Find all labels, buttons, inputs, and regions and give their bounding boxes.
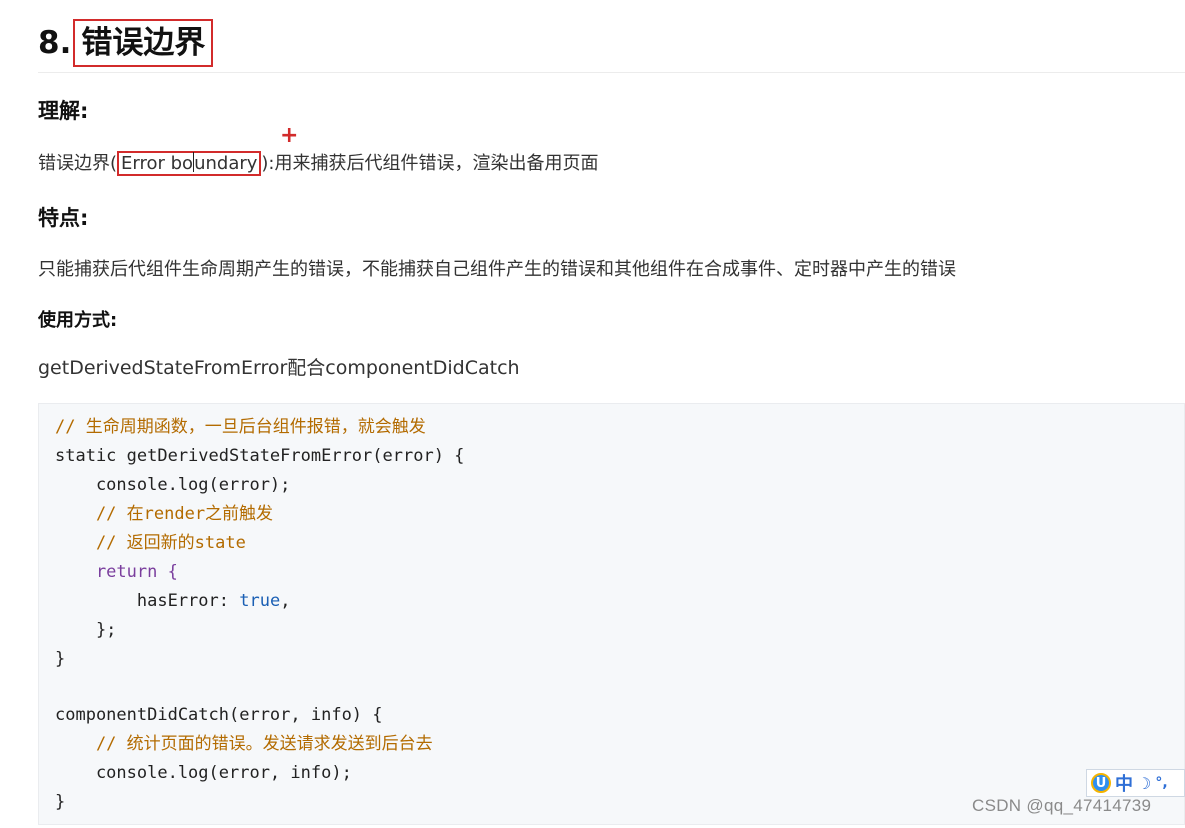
heading-divider: [38, 72, 1185, 73]
heading-title-highlighted: 错误边界: [73, 19, 214, 67]
understanding-paragraph: 错误边界(Error boundary):用来捕获后代组件错误，渲染出备用页面: [38, 150, 599, 178]
code-line-13: }: [55, 792, 66, 812]
understanding-suffix: ):用来捕获后代组件错误，渲染出备用页面: [261, 153, 599, 174]
term-part-a: Error bo: [121, 153, 194, 174]
code-line-11: // 统计页面的错误。发送请求发送到后台去: [55, 734, 433, 754]
page-title: 8. 错误边界: [38, 18, 214, 68]
features-paragraph: 只能捕获后代组件生命周期产生的错误，不能捕获自己组件产生的错误和其他组件在合成事…: [38, 259, 956, 280]
term-highlight-box: Error boundary: [117, 151, 262, 176]
code-line-4: // 在render之前触发: [55, 504, 274, 524]
csdn-watermark: CSDN @qq_47414739: [972, 796, 1152, 815]
features-heading: 特点:: [38, 206, 89, 230]
code-property-value: true: [239, 591, 281, 611]
code-property-key: hasError: [55, 591, 219, 611]
code-colon: :: [218, 591, 240, 611]
code-line-12: console.log(error, info);: [55, 763, 352, 783]
moon-icon[interactable]: ☽: [1137, 774, 1151, 793]
plus-annotation-icon: +: [280, 123, 299, 148]
ime-language-toggle[interactable]: 中: [1115, 770, 1133, 796]
usage-heading: 使用方式:: [38, 310, 118, 331]
code-line-9: }: [55, 649, 66, 669]
usage-paragraph: getDerivedStateFromError配合componentDidCa…: [38, 357, 520, 379]
ime-punctuation-toggle[interactable]: °,: [1155, 775, 1167, 791]
ime-logo-icon[interactable]: U: [1091, 773, 1111, 793]
code-line-10: componentDidCatch(error, info) {: [55, 705, 383, 725]
code-line-1: // 生命周期函数，一旦后台组件报错，就会触发: [55, 417, 426, 437]
code-line-2: static getDerivedStateFromError(error) {: [55, 446, 465, 466]
code-comma: ,: [280, 591, 291, 611]
code-line-7: hasError: true,: [55, 587, 291, 615]
code-line-3: console.log(error);: [55, 475, 291, 495]
heading-number: 8.: [38, 25, 72, 61]
code-line-8: };: [55, 620, 117, 640]
ime-toolbar[interactable]: U 中 ☽ °,: [1086, 769, 1185, 797]
code-block[interactable]: // 生命周期函数，一旦后台组件报错，就会触发 static getDerive…: [38, 403, 1185, 825]
code-line-6: return {: [55, 562, 178, 582]
understanding-prefix: 错误边界(: [38, 153, 118, 174]
code-line-5: // 返回新的state: [55, 533, 246, 553]
understanding-heading: 理解:: [38, 99, 89, 123]
term-part-b: undary: [194, 153, 258, 174]
